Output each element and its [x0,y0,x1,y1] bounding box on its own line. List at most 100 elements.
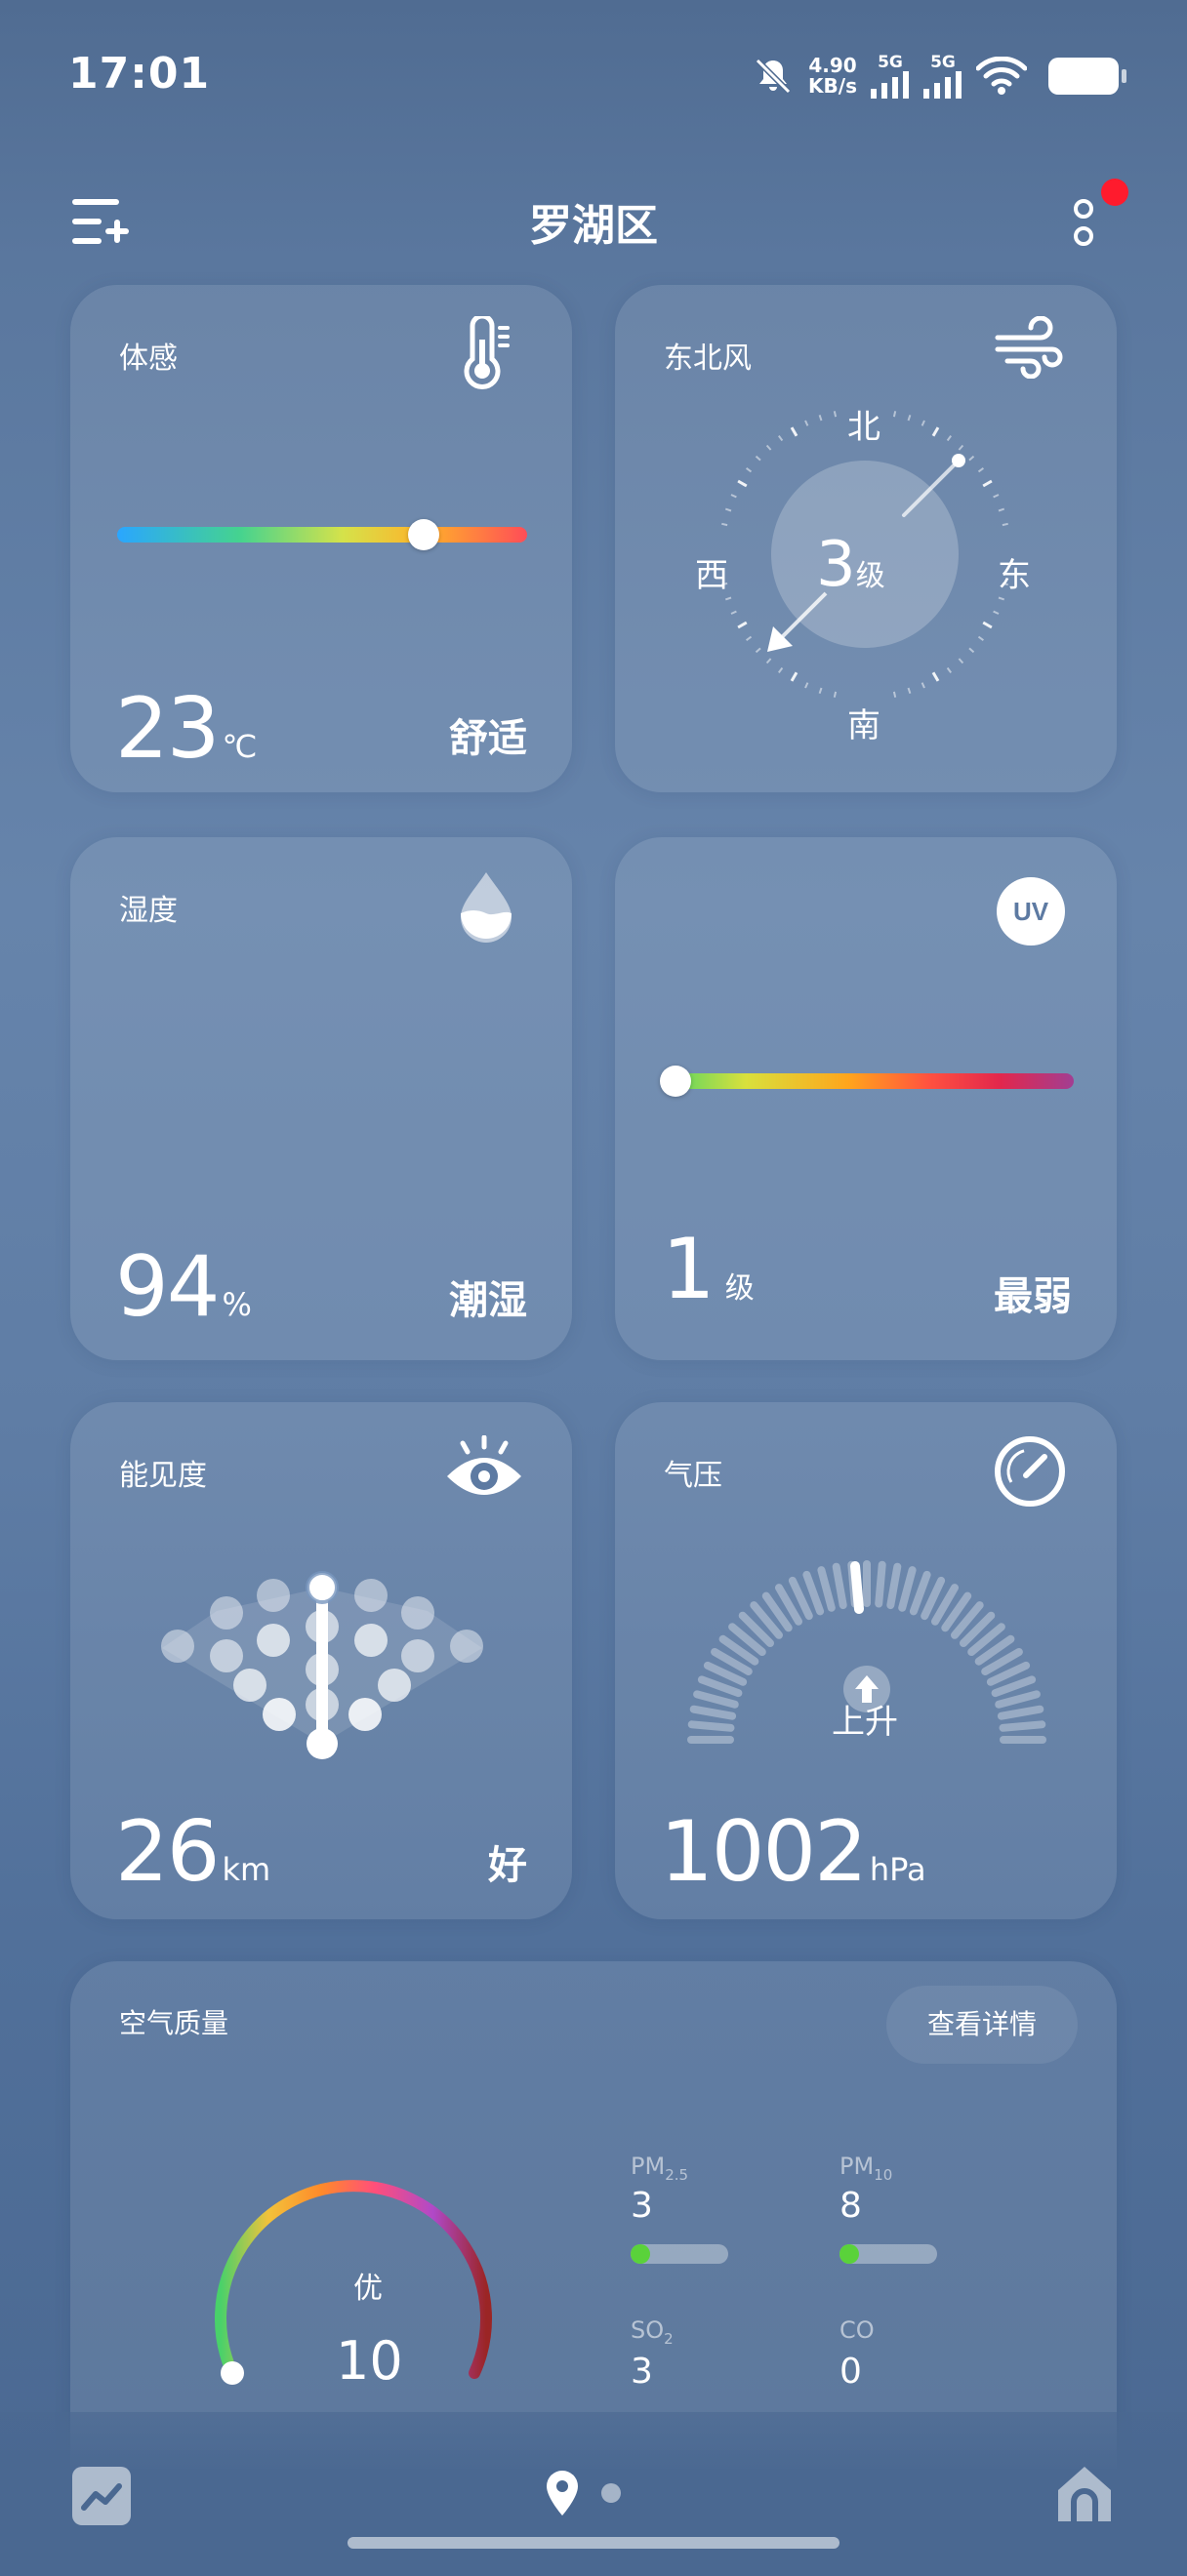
home-icon[interactable] [1052,2461,1117,2525]
gauge-icon [995,1436,1065,1507]
feels-like-scale [117,527,527,543]
compass-tick [755,455,761,462]
eye-icon [447,1435,521,1495]
compass-tick [907,687,912,695]
aqi-value: 10 [336,2330,403,2392]
compass-tick [765,444,772,451]
compass-tick [977,466,984,473]
visibility-card[interactable]: 能见度 26 km 好 [70,1402,572,1919]
feels-like-card[interactable]: 体感 23 ℃ 舒适 [70,285,572,792]
pressure-tick [693,1690,739,1709]
more-options-icon[interactable] [1064,195,1103,254]
compass-tick [982,479,993,488]
compass-tick [993,610,1000,615]
compass-tick [790,671,798,682]
uv-icon: UV [997,877,1065,946]
water-drop-icon [461,872,512,943]
humidity-number: 94 [115,1238,220,1336]
compass-tick [804,682,809,689]
uv-card[interactable]: UV 1级 最弱 [615,837,1117,1360]
pressure-tick [875,1560,886,1608]
compass-tick [818,414,823,422]
signal-icon [871,70,909,99]
feels-like-knob [408,519,439,550]
humidity-card[interactable]: 湿度 94% 潮湿 [70,837,572,1360]
feels-like-number: 23 [115,680,220,778]
wind-level: 3级 [816,529,885,601]
visibility-description: 好 [488,1843,527,1888]
visibility-unit: km [222,1851,271,1888]
compass-tick [833,411,838,418]
air-quality-card[interactable]: 空气质量 查看详情 优 10 PM2.5 3 PM10 8 SO2 3 CO 0 [70,1961,1117,2469]
wind-label: 东北风 [664,342,752,376]
wind-icon [995,316,1063,379]
pressure-tick [832,1562,847,1610]
pressure-trend: 上升 [832,1703,898,1742]
compass-east: 东 [998,556,1031,595]
mute-bell-icon [755,58,792,95]
visibility-value: 26 km [115,1810,270,1894]
feels-like-value: 23 ℃ [115,687,257,771]
humidity-label: 湿度 [119,894,178,928]
wind-card[interactable]: 东北风 北 南 西 东 3级 [615,285,1117,792]
pm10-value: 8 [839,2186,862,2226]
compass-tick [730,610,737,615]
humidity-value: 94% [115,1245,252,1329]
pm10-bar-fill [839,2244,859,2264]
page-indicator-dot[interactable] [601,2483,621,2503]
home-indicator[interactable] [348,2537,839,2549]
pressure-card[interactable]: 气压 上升 1002 hPa [615,1402,1117,1919]
pm25-bar-fill [631,2244,650,2264]
compass-tick [777,435,784,442]
net-speed: 4.90 KB/s [808,56,857,97]
uv-scale [664,1073,1074,1089]
pm10-label: PM10 [839,2153,892,2184]
uv-description: 最弱 [994,1274,1072,1319]
compass-tick [833,691,838,698]
compass-tick [730,494,737,499]
so2-value: 3 [631,2352,653,2392]
compass-tick [931,671,940,682]
compass-tick [755,647,761,654]
compass-south: 南 [847,706,880,745]
visibility-fan-graphic [161,1571,483,1759]
status-time: 17:01 [68,49,211,99]
sim2-signal: 5G [923,54,962,99]
aqi-level: 优 [353,2272,383,2306]
net-speed-value: 4.90 [808,54,857,77]
bottom-bar [0,2412,1187,2576]
compass-tick [998,596,1005,601]
compass-tick [1002,522,1008,527]
co-value: 0 [839,2352,862,2392]
thermometer-icon [464,316,510,389]
trend-chart-icon[interactable] [70,2465,133,2527]
pressure-number: 1002 [660,1803,868,1901]
compass-tick [998,507,1005,512]
sim1-signal: 5G [871,54,910,99]
compass-tick [818,687,823,695]
pressure-unit: hPa [869,1851,926,1888]
so2-label: SO2 [631,2316,674,2348]
compass-tick [958,444,964,451]
uv-knob [660,1066,691,1097]
wind-level-unit: 级 [855,559,885,593]
compass-tick [721,522,728,527]
location-pin-icon[interactable] [543,2469,582,2517]
uv-icon-text: UV [1013,897,1049,926]
co-name: CO [839,2316,875,2344]
compass-tick [921,420,925,426]
pressure-tick [997,1705,1044,1720]
wifi-icon [976,57,1027,95]
view-details-button[interactable]: 查看详情 [886,1986,1078,2064]
compass-tick [724,507,732,512]
pressure-value: 1002 hPa [660,1810,926,1894]
pressure-tick [687,1720,735,1732]
compass-tick [921,682,925,689]
wind-level-number: 3 [816,529,856,601]
page-title: 罗湖区 [529,201,658,251]
compass-tick [765,658,772,664]
status-bar: 17:01 4.90 KB/s 5G 5G [0,0,1187,156]
compass-tick [737,479,748,488]
uv-number: 1 [662,1221,716,1318]
compass-west: 西 [695,556,728,595]
